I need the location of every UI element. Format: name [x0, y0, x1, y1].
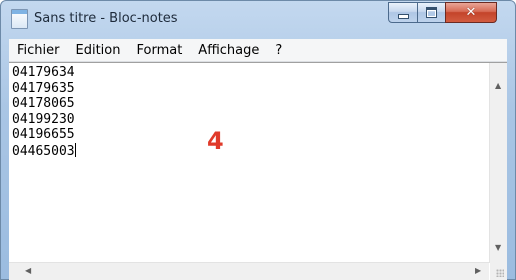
annotation-number: 4 [207, 127, 224, 155]
horizontal-scrollbar[interactable]: ◀ ▶ [9, 262, 489, 280]
scroll-right-icon[interactable]: ▶ [475, 266, 481, 275]
scroll-down-icon[interactable]: ▼ [495, 243, 501, 252]
scroll-up-icon[interactable]: ▲ [495, 81, 501, 90]
grip-icon [496, 269, 504, 277]
maximize-button[interactable] [417, 2, 446, 23]
text-content[interactable]: 04179634 04179635 04178065 04199230 0419… [12, 65, 477, 250]
menu-affichage[interactable]: Affichage [190, 43, 267, 58]
close-icon: ✕ [465, 5, 477, 20]
menu-bar: Fichier Edition Format Affichage ? [9, 39, 507, 62]
notepad-window: Sans titre - Bloc-notes ✕ Fichier Editio… [0, 0, 516, 280]
vertical-scrollbar[interactable]: ▲ ▼ [489, 63, 507, 263]
text-line: 04179635 [12, 80, 75, 96]
menu-format[interactable]: Format [128, 43, 190, 58]
close-button[interactable]: ✕ [445, 2, 497, 23]
window-title: Sans titre - Bloc-notes [34, 11, 178, 26]
text-line: 04199230 [12, 111, 75, 127]
text-line: 04196655 [12, 127, 75, 142]
menu-edition[interactable]: Edition [68, 43, 129, 58]
menu-fichier[interactable]: Fichier [9, 43, 68, 58]
text-editor[interactable]: 04179634 04179635 04178065 04199230 0419… [9, 62, 507, 280]
text-caret [74, 142, 76, 157]
text-line: 04178065 [12, 96, 75, 111]
text-line-value: 04465003 [12, 143, 75, 159]
minimize-button[interactable] [388, 2, 418, 23]
text-line: 04179634 [12, 65, 75, 80]
notepad-icon[interactable] [11, 9, 28, 29]
text-line-last: 04465003 [12, 142, 477, 160]
menu-help[interactable]: ? [267, 43, 290, 58]
title-bar[interactable]: Sans titre - Bloc-notes ✕ [1, 1, 515, 38]
maximize-icon [426, 7, 437, 18]
resize-grip[interactable] [490, 263, 507, 280]
minimize-icon [397, 14, 409, 19]
scroll-left-icon[interactable]: ◀ [25, 266, 31, 275]
